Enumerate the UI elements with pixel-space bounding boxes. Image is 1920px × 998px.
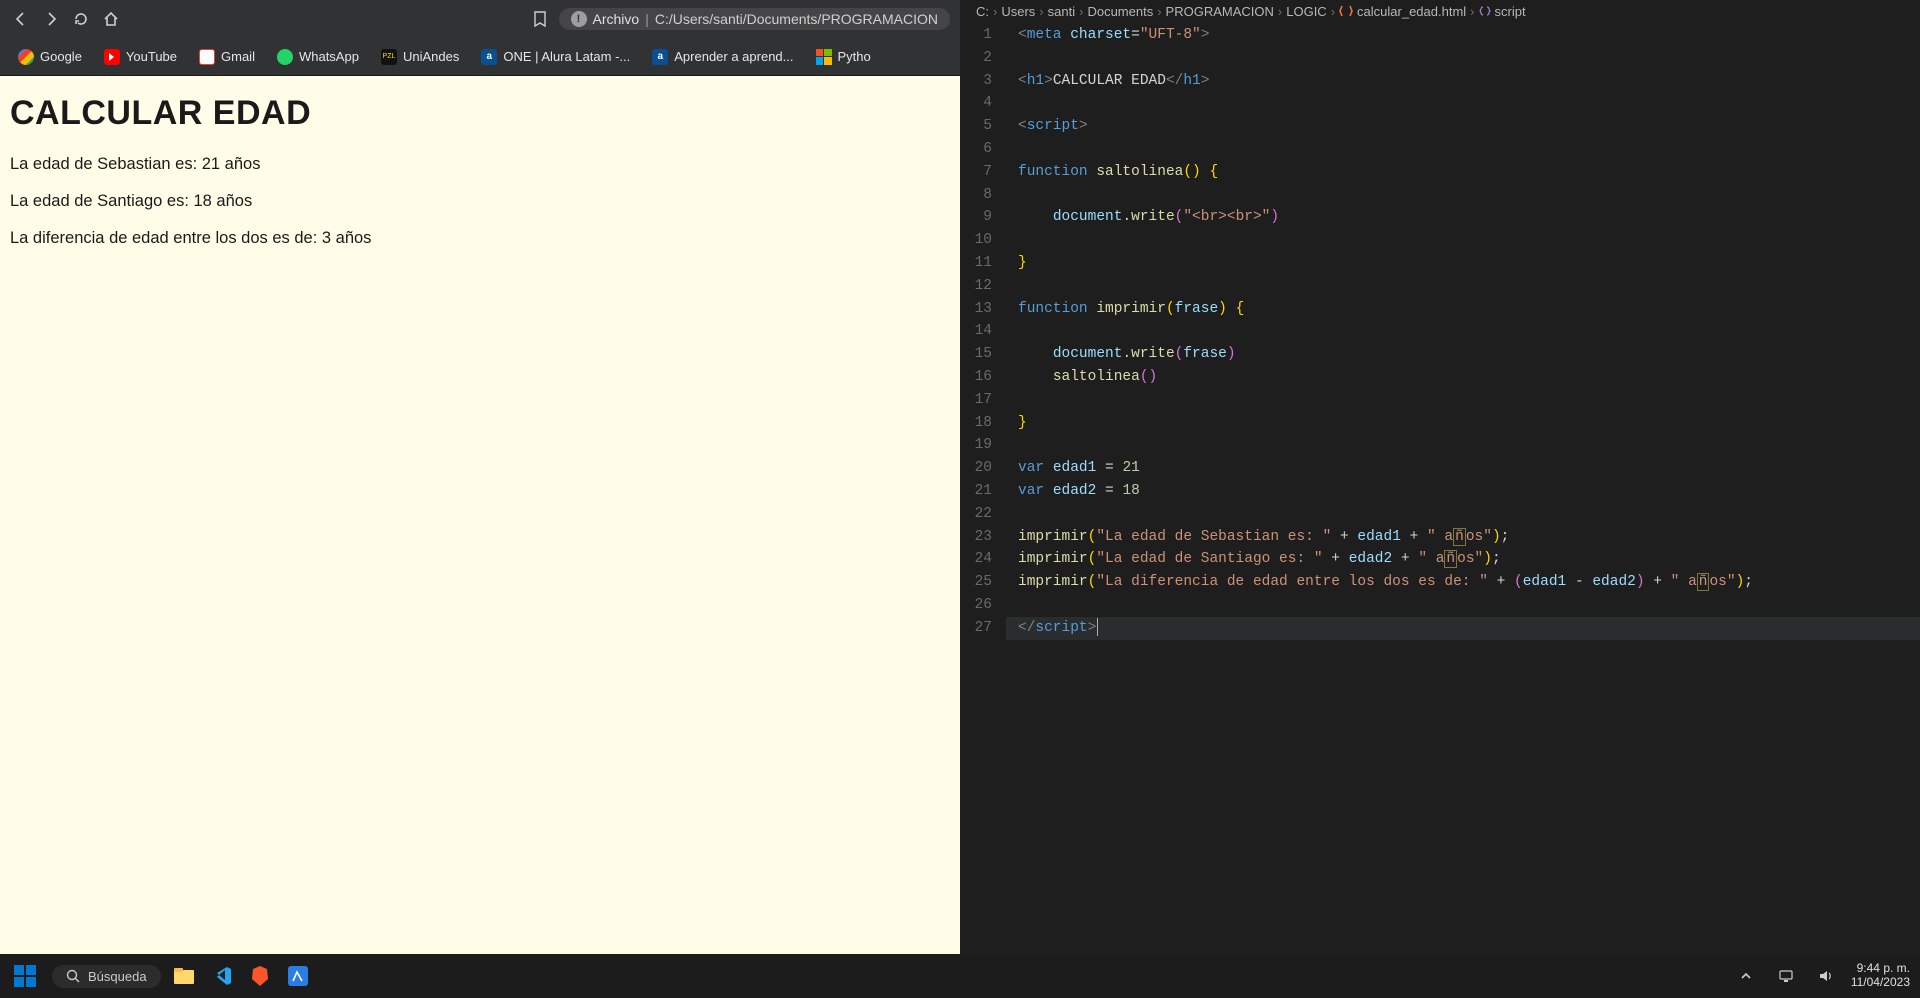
crumb-drive[interactable]: C: [976, 4, 989, 19]
line-gutter: 1234567891011121314151617181920212223242… [960, 22, 1006, 954]
html-file-icon [1339, 4, 1353, 18]
whatsapp-icon [277, 49, 293, 65]
symbol-icon [1479, 5, 1491, 17]
home-button[interactable] [100, 8, 122, 30]
alura-icon: a [481, 49, 497, 65]
bookmark-label: Google [40, 49, 82, 64]
taskbar: Búsqueda 9:44 p. m. 11/04/2023 [0, 954, 1920, 998]
explorer-icon[interactable] [169, 961, 199, 991]
address-bar[interactable]: ! Archivo | C:/Users/santi/Documents/PRO… [559, 8, 951, 30]
bookmark-label: Aprender a aprend... [674, 49, 793, 64]
bookmark-label: Pytho [838, 49, 871, 64]
crumb-symbol[interactable]: script [1495, 4, 1526, 19]
brave-icon[interactable] [245, 961, 275, 991]
youtube-icon [104, 49, 120, 65]
crumb-file[interactable]: calcular_edad.html [1357, 4, 1466, 19]
reload-button[interactable] [70, 8, 92, 30]
editor-cursor [1097, 618, 1098, 636]
bookmark-item-alura[interactable]: a ONE | Alura Latam -... [473, 45, 638, 69]
bookmark-label: Gmail [221, 49, 255, 64]
bookmark-button[interactable] [529, 8, 551, 30]
gmail-icon [199, 49, 215, 65]
page-content: CALCULAR EDAD La edad de Sebastian es: 2… [0, 76, 960, 954]
url-path: C:/Users/santi/Documents/PROGRAMACION [655, 11, 938, 27]
bookmark-item-youtube[interactable]: YouTube [96, 45, 185, 69]
crumb-users[interactable]: Users [1001, 4, 1035, 19]
uniandes-icon: PZL [381, 49, 397, 65]
forward-button[interactable] [40, 8, 62, 30]
bookmark-item-python[interactable]: Pytho [808, 45, 879, 69]
crumb-documents[interactable]: Documents [1087, 4, 1153, 19]
bookmark-item-uniandes[interactable]: PZL UniAndes [373, 45, 467, 69]
output-line-2: La edad de Santiago es: 18 años [10, 192, 950, 211]
bookmark-item-google[interactable]: Google [10, 45, 90, 69]
bookmark-item-whatsapp[interactable]: WhatsApp [269, 45, 367, 69]
bookmark-label: WhatsApp [299, 49, 359, 64]
bookmark-label: UniAndes [403, 49, 459, 64]
clock-date: 11/04/2023 [1851, 976, 1910, 990]
crumb-logic[interactable]: LOGIC [1286, 4, 1326, 19]
code-editor[interactable]: 1234567891011121314151617181920212223242… [960, 22, 1920, 954]
bookmark-item-aprender[interactable]: a Aprender a aprend... [644, 45, 801, 69]
crumb-user[interactable]: santi [1048, 4, 1075, 19]
code-lines[interactable]: <meta charset="UFT-8"> <h1>CALCULAR EDAD… [1006, 22, 1920, 954]
search-icon [66, 969, 80, 983]
bookmark-label: YouTube [126, 49, 177, 64]
windows-logo-icon [14, 965, 36, 987]
app-icon[interactable] [283, 961, 313, 991]
page-title: CALCULAR EDAD [10, 94, 950, 133]
vscode-icon[interactable] [207, 961, 237, 991]
breadcrumb[interactable]: C:› Users› santi› Documents› PROGRAMACIO… [960, 0, 1920, 22]
ms-icon [816, 49, 832, 65]
volume-icon[interactable] [1811, 961, 1841, 991]
search-placeholder: Búsqueda [88, 969, 147, 984]
taskbar-clock[interactable]: 9:44 p. m. 11/04/2023 [1851, 962, 1910, 990]
google-icon [18, 49, 34, 65]
output-line-3: La diferencia de edad entre los dos es d… [10, 229, 950, 248]
crumb-programacion[interactable]: PROGRAMACION [1166, 4, 1274, 19]
browser-toolbar: ! Archivo | C:/Users/santi/Documents/PRO… [0, 0, 960, 38]
browser-pane: ! Archivo | C:/Users/santi/Documents/PRO… [0, 0, 960, 954]
taskbar-search[interactable]: Búsqueda [52, 965, 161, 988]
bookmarks-bar: Google YouTube Gmail WhatsApp PZL UniAnd… [0, 38, 960, 76]
editor-pane: C:› Users› santi› Documents› PROGRAMACIO… [960, 0, 1920, 954]
aprender-icon: a [652, 49, 668, 65]
start-button[interactable] [10, 961, 40, 991]
tray-chevron-icon[interactable] [1731, 961, 1761, 991]
clock-time: 9:44 p. m. [1851, 962, 1910, 976]
network-icon[interactable] [1771, 961, 1801, 991]
bookmark-label: ONE | Alura Latam -... [503, 49, 630, 64]
output-line-1: La edad de Sebastian es: 21 años [10, 155, 950, 174]
bookmark-item-gmail[interactable]: Gmail [191, 45, 263, 69]
back-button[interactable] [10, 8, 32, 30]
url-scheme-label: Archivo [593, 11, 640, 27]
site-info-icon[interactable]: ! [571, 11, 587, 27]
